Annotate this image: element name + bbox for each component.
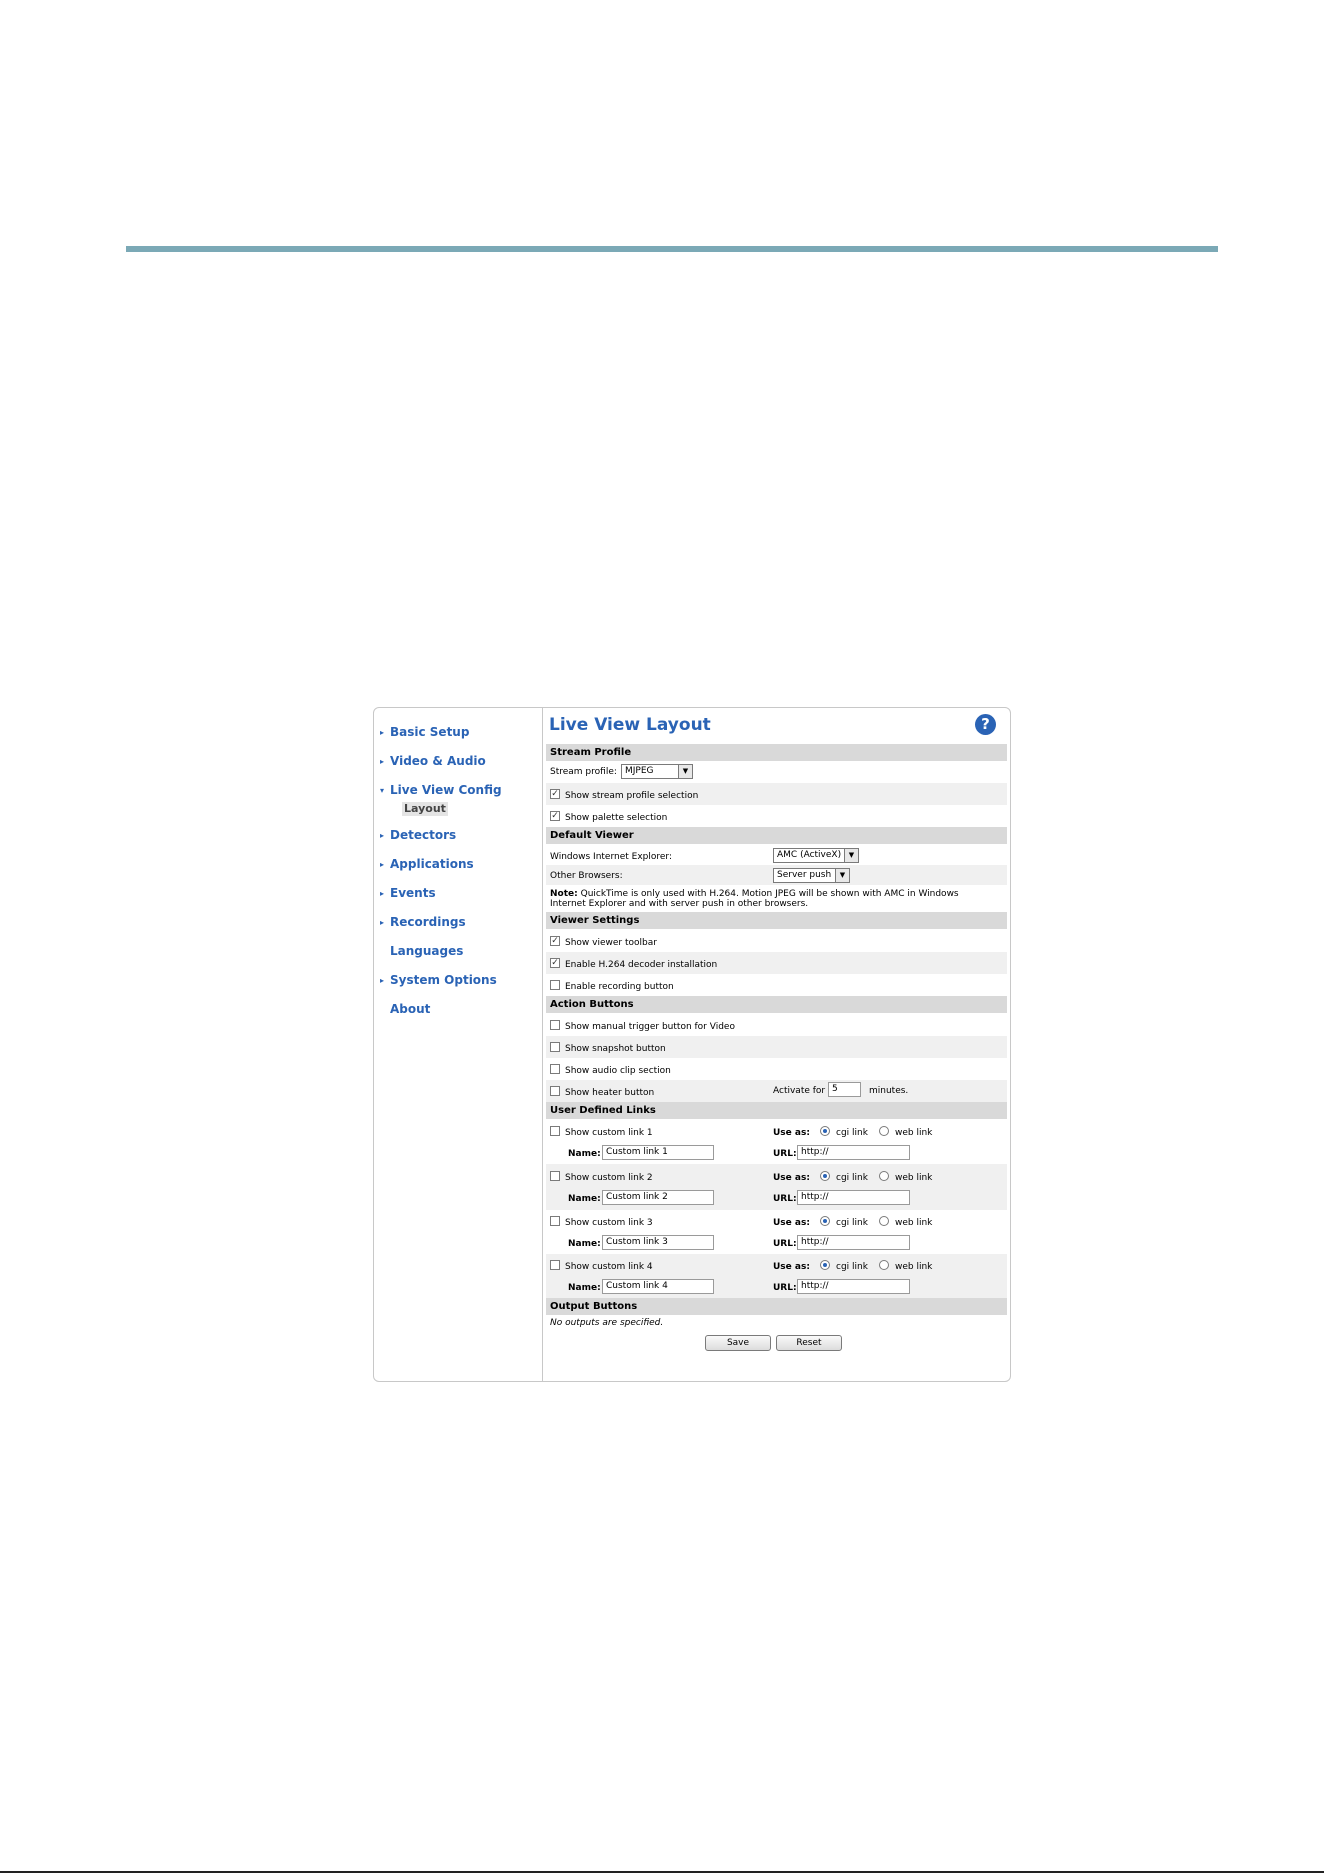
option-row: Show audio clip section — [546, 1058, 1007, 1080]
ie-viewer-row: Windows Internet Explorer: AMC (ActiveX)… — [546, 845, 1007, 865]
other-viewer-select[interactable]: Server push ▼ — [773, 868, 850, 883]
chevron-right-icon: ▸ — [380, 728, 385, 737]
sidebar-item-events[interactable]: ▸ Events — [374, 886, 542, 904]
page-title: Live View Layout — [549, 715, 711, 735]
cgi-link-radio[interactable] — [820, 1126, 830, 1136]
custom-link-name-input[interactable]: Custom link 3 — [602, 1235, 714, 1250]
custom-link-url-input[interactable]: http:// — [797, 1190, 910, 1205]
web-link-radio[interactable] — [879, 1216, 889, 1226]
main-panel: Live View Layout ? Stream Profile Stream… — [543, 708, 1010, 1381]
sidebar-subitem-layout[interactable]: Layout — [402, 802, 448, 816]
sidebar-item-languages[interactable]: Languages — [374, 944, 542, 962]
section-viewer-settings: Viewer Settings — [546, 912, 1007, 929]
show-stream-profile-checkbox[interactable]: ✓ — [550, 789, 560, 799]
settings-window: ▸ Basic Setup ▸ Video & Audio ▾ Live Vie… — [373, 707, 1011, 1382]
save-button[interactable]: Save — [705, 1335, 771, 1351]
custom-link-checkbox[interactable] — [550, 1260, 560, 1270]
custom-link-row: Show custom link 1 Use as: cgi link web … — [546, 1120, 1007, 1164]
output-note-row: No outputs are specified. — [550, 1318, 664, 1328]
sidebar-item-about[interactable]: About — [374, 1002, 542, 1020]
other-viewer-row: Other Browsers: Server push ▼ — [546, 865, 1007, 885]
chevron-down-icon: ▼ — [678, 765, 692, 778]
chevron-right-icon: ▸ — [380, 918, 385, 927]
custom-link-checkbox[interactable] — [550, 1126, 560, 1136]
recording-button-checkbox[interactable] — [550, 980, 560, 990]
chevron-right-icon: ▸ — [380, 757, 385, 766]
option-row: Show manual trigger button for Video — [546, 1014, 1007, 1036]
option-row: ✓ Show stream profile selection — [546, 783, 1007, 805]
web-link-radio[interactable] — [879, 1171, 889, 1181]
chevron-down-icon: ▼ — [835, 869, 849, 882]
chevron-right-icon: ▸ — [380, 976, 385, 985]
cgi-link-radio[interactable] — [820, 1260, 830, 1270]
audio-clip-checkbox[interactable] — [550, 1064, 560, 1074]
header-rule — [126, 246, 1218, 252]
cgi-link-radio[interactable] — [820, 1171, 830, 1181]
web-link-radio[interactable] — [879, 1126, 889, 1136]
section-action-buttons: Action Buttons — [546, 996, 1007, 1013]
chevron-down-icon: ▼ — [844, 849, 858, 862]
show-toolbar-checkbox[interactable]: ✓ — [550, 936, 560, 946]
sidebar-item-basic-setup[interactable]: ▸ Basic Setup — [374, 725, 542, 743]
custom-link-name-input[interactable]: Custom link 4 — [602, 1279, 714, 1294]
sidebar-item-recordings[interactable]: ▸ Recordings — [374, 915, 542, 933]
reset-button[interactable]: Reset — [776, 1335, 842, 1351]
chevron-down-icon: ▾ — [380, 786, 385, 795]
sidebar-item-live-view-config[interactable]: ▾ Live View Config — [374, 783, 542, 801]
web-link-radio[interactable] — [879, 1260, 889, 1270]
chevron-right-icon: ▸ — [380, 831, 385, 840]
custom-link-url-input[interactable]: http:// — [797, 1235, 910, 1250]
sidebar-item-system-options[interactable]: ▸ System Options — [374, 973, 542, 991]
stream-profile-row: Stream profile: MJPEG ▼ — [546, 762, 1007, 782]
heater-checkbox[interactable] — [550, 1086, 560, 1096]
sidebar-item-video-audio[interactable]: ▸ Video & Audio — [374, 754, 542, 772]
custom-link-row: Show custom link 3 Use as: cgi link web … — [546, 1210, 1007, 1254]
section-user-links: User Defined Links — [546, 1102, 1007, 1119]
chevron-right-icon: ▸ — [380, 889, 385, 898]
custom-link-name-input[interactable]: Custom link 1 — [602, 1145, 714, 1160]
sidebar-item-applications[interactable]: ▸ Applications — [374, 857, 542, 875]
option-row: Show snapshot button — [546, 1036, 1007, 1058]
manual-trigger-checkbox[interactable] — [550, 1020, 560, 1030]
custom-link-row: Show custom link 2 Use as: cgi link web … — [546, 1164, 1007, 1210]
section-output-buttons: Output Buttons — [546, 1298, 1007, 1315]
option-row: Show heater button Activate for 5 minute… — [546, 1080, 1007, 1102]
option-row: ✓ Enable H.264 decoder installation — [546, 952, 1007, 974]
sidebar: ▸ Basic Setup ▸ Video & Audio ▾ Live Vie… — [374, 708, 543, 1381]
show-palette-checkbox[interactable]: ✓ — [550, 811, 560, 821]
section-stream-profile: Stream Profile — [546, 744, 1007, 761]
stream-profile-select[interactable]: MJPEG ▼ — [621, 764, 693, 779]
sidebar-item-detectors[interactable]: ▸ Detectors — [374, 828, 542, 846]
option-row: Enable recording button — [546, 974, 1007, 996]
viewer-note: Note: QuickTime is only used with H.264.… — [550, 889, 959, 909]
section-default-viewer: Default Viewer — [546, 827, 1007, 844]
custom-link-name-input[interactable]: Custom link 2 — [602, 1190, 714, 1205]
custom-link-row: Show custom link 4 Use as: cgi link web … — [546, 1254, 1007, 1298]
cgi-link-radio[interactable] — [820, 1216, 830, 1226]
ie-viewer-select[interactable]: AMC (ActiveX) ▼ — [773, 848, 859, 863]
activate-minutes-input[interactable]: 5 — [828, 1082, 861, 1097]
chevron-right-icon: ▸ — [380, 860, 385, 869]
custom-link-checkbox[interactable] — [550, 1171, 560, 1181]
custom-link-checkbox[interactable] — [550, 1216, 560, 1226]
custom-link-url-input[interactable]: http:// — [797, 1145, 910, 1160]
custom-link-url-input[interactable]: http:// — [797, 1279, 910, 1294]
h264-decoder-checkbox[interactable]: ✓ — [550, 958, 560, 968]
help-icon[interactable]: ? — [975, 714, 996, 735]
option-row: ✓ Show palette selection — [550, 811, 668, 823]
option-row: ✓ Show viewer toolbar — [550, 936, 657, 948]
snapshot-checkbox[interactable] — [550, 1042, 560, 1052]
